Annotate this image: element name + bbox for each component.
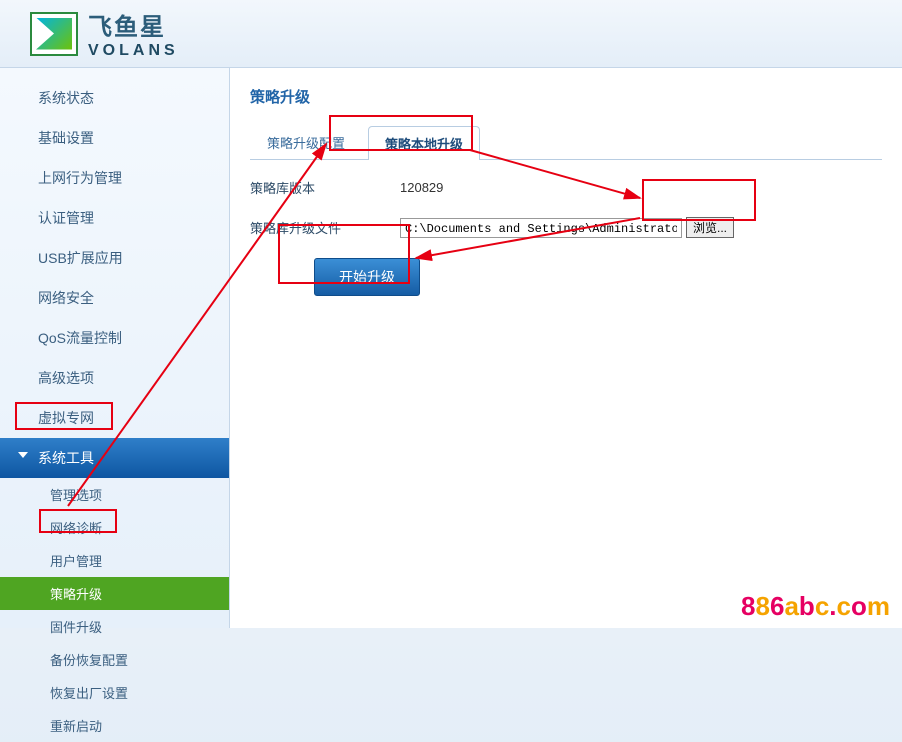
container: 系统状态 基础设置 上网行为管理 认证管理 USB扩展应用 网络安全 QoS流量…	[0, 68, 902, 628]
main-panel: 策略升级 策略升级配置 策略本地升级 策略库版本 120829 策略库升级文件 …	[230, 68, 902, 628]
app-header: 飞鱼星 VOLANS	[0, 0, 902, 68]
brand-cn: 飞鱼星	[88, 7, 179, 42]
nav-basic-settings[interactable]: 基础设置	[0, 118, 229, 158]
nav-system-status[interactable]: 系统状态	[0, 78, 229, 118]
tabs: 策略升级配置 策略本地升级	[250, 125, 882, 160]
sub-management[interactable]: 管理选项	[0, 478, 229, 511]
sidebar: 系统状态 基础设置 上网行为管理 认证管理 USB扩展应用 网络安全 QoS流量…	[0, 68, 230, 628]
nav-behavior-mgmt[interactable]: 上网行为管理	[0, 158, 229, 198]
row-version: 策略库版本 120829	[250, 178, 882, 197]
label-file: 策略库升级文件	[250, 218, 400, 237]
browse-button[interactable]: 浏览...	[686, 217, 734, 238]
file-path-input[interactable]	[400, 218, 682, 238]
sub-reboot[interactable]: 重新启动	[0, 709, 229, 742]
tab-local-upgrade[interactable]: 策略本地升级	[368, 126, 480, 160]
row-file: 策略库升级文件 浏览...	[250, 217, 882, 238]
sub-backup-restore[interactable]: 备份恢复配置	[0, 643, 229, 676]
logo-icon	[30, 12, 78, 56]
sub-factory-reset[interactable]: 恢复出厂设置	[0, 676, 229, 709]
sub-user-mgmt[interactable]: 用户管理	[0, 544, 229, 577]
sub-firmware-upgrade[interactable]: 固件升级	[0, 610, 229, 643]
start-upgrade-button[interactable]: 开始升级	[314, 258, 420, 296]
nav-system-tools[interactable]: 系统工具	[0, 438, 229, 478]
sub-network-diag[interactable]: 网络诊断	[0, 511, 229, 544]
row-action: 开始升级	[250, 258, 882, 296]
nav-auth-mgmt[interactable]: 认证管理	[0, 198, 229, 238]
nav-vpn[interactable]: 虚拟专网	[0, 398, 229, 438]
nav-qos[interactable]: QoS流量控制	[0, 318, 229, 358]
brand-en: VOLANS	[88, 42, 179, 60]
logo-text: 飞鱼星 VOLANS	[88, 7, 179, 60]
page-title: 策略升级	[250, 86, 882, 107]
nav-advanced[interactable]: 高级选项	[0, 358, 229, 398]
tab-upgrade-config[interactable]: 策略升级配置	[250, 125, 362, 159]
nav-usb-apps[interactable]: USB扩展应用	[0, 238, 229, 278]
nav-network-security[interactable]: 网络安全	[0, 278, 229, 318]
label-version: 策略库版本	[250, 178, 400, 197]
value-version: 120829	[400, 180, 443, 195]
sub-policy-upgrade[interactable]: 策略升级	[0, 577, 229, 610]
